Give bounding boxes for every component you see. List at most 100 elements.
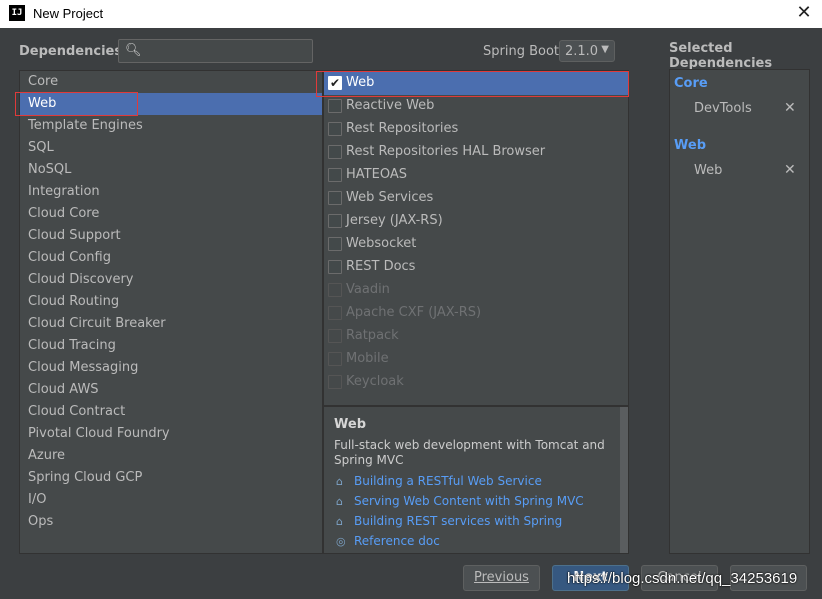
- category-item[interactable]: SQL: [20, 137, 322, 159]
- category-item[interactable]: Cloud Config: [20, 247, 322, 269]
- dependency-checkbox[interactable]: [328, 191, 342, 205]
- dependency-checkbox: [328, 329, 342, 343]
- spring-boot-label: Spring Boot: [483, 44, 560, 59]
- close-icon[interactable]: ✕: [794, 3, 814, 23]
- previous-button[interactable]: Previous: [463, 565, 540, 591]
- category-item[interactable]: Cloud Messaging: [20, 357, 322, 379]
- home-icon: ⌂: [336, 495, 343, 508]
- dependency-label: Websocket: [346, 236, 417, 251]
- dependency-item[interactable]: Websocket: [324, 233, 628, 256]
- dependency-checkbox: [328, 283, 342, 297]
- dependency-label: Rest Repositories HAL Browser: [346, 144, 546, 159]
- selected-dependencies-panel: Core DevTools ✕ Web Web ✕: [669, 69, 810, 554]
- description-panel: Web Full-stack web development with Tomc…: [323, 406, 629, 554]
- category-item[interactable]: Web: [20, 93, 322, 115]
- dependency-label: Vaadin: [346, 282, 390, 297]
- home-icon: ⌂: [336, 475, 343, 488]
- category-item[interactable]: Azure: [20, 445, 322, 467]
- dependency-checkbox: [328, 352, 342, 366]
- guide-link-label: Reference doc: [354, 534, 440, 548]
- dependency-checkbox[interactable]: [328, 214, 342, 228]
- selected-group-title: Core: [674, 76, 708, 91]
- dependency-checkbox[interactable]: [328, 237, 342, 251]
- category-item[interactable]: Cloud Support: [20, 225, 322, 247]
- dependency-label: HATEOAS: [346, 167, 407, 182]
- dependency-label: Web: [346, 75, 375, 90]
- dependency-label: Jersey (JAX-RS): [346, 213, 443, 228]
- dependency-label: Rest Repositories: [346, 121, 459, 136]
- remove-icon[interactable]: ✕: [784, 100, 796, 116]
- dependency-item[interactable]: Jersey (JAX-RS): [324, 210, 628, 233]
- dependency-checkbox[interactable]: [328, 122, 342, 136]
- dependency-item[interactable]: Rest Repositories: [324, 118, 628, 141]
- dependency-label: Mobile: [346, 351, 389, 366]
- category-item[interactable]: Cloud Contract: [20, 401, 322, 423]
- description-scrollbar[interactable]: [620, 407, 628, 553]
- category-item[interactable]: Spring Cloud GCP: [20, 467, 322, 489]
- category-item[interactable]: Cloud Discovery: [20, 269, 322, 291]
- home-icon: ⌂: [336, 515, 343, 528]
- dependency-item[interactable]: Reactive Web: [324, 95, 628, 118]
- dependency-item[interactable]: ✔ Web: [324, 72, 628, 95]
- category-item[interactable]: Pivotal Cloud Foundry: [20, 423, 322, 445]
- category-item[interactable]: I/O: [20, 489, 322, 511]
- spring-boot-version-select[interactable]: 2.1.0 ▼: [559, 40, 615, 62]
- dependency-checkbox[interactable]: ✔: [328, 76, 342, 90]
- category-item[interactable]: Cloud Core: [20, 203, 322, 225]
- category-item[interactable]: NoSQL: [20, 159, 322, 181]
- selected-item: Web: [694, 163, 723, 178]
- dependency-label: Apache CXF (JAX-RS): [346, 305, 482, 320]
- dependencies-label: Dependencies: [19, 44, 123, 59]
- dependency-checkbox: [328, 375, 342, 389]
- dependency-item: Mobile: [324, 348, 628, 371]
- category-item[interactable]: Integration: [20, 181, 322, 203]
- dependency-checkbox[interactable]: [328, 260, 342, 274]
- dependency-item[interactable]: Rest Repositories HAL Browser: [324, 141, 628, 164]
- dependency-item: Vaadin: [324, 279, 628, 302]
- dependency-checkbox[interactable]: [328, 99, 342, 113]
- description-title: Web: [334, 417, 366, 432]
- category-item[interactable]: Cloud Tracing: [20, 335, 322, 357]
- search-box[interactable]: 🔍︎: [118, 39, 313, 63]
- selected-group-title: Web: [674, 138, 706, 153]
- guide-link[interactable]: ⌂ Building REST services with Spring: [336, 514, 562, 532]
- category-list[interactable]: Core Web Template Engines SQL NoSQL Integrati…: [19, 70, 323, 554]
- guide-link-label: Building REST services with Spring: [354, 514, 563, 528]
- dependency-item[interactable]: Web Services: [324, 187, 628, 210]
- intellij-icon: IJ: [9, 5, 25, 21]
- dependency-checkbox[interactable]: [328, 168, 342, 182]
- guide-link[interactable]: ◎ Reference doc: [336, 534, 440, 552]
- window-title: New Project: [33, 6, 104, 21]
- watermark-text: https://blog.csdn.net/qq_34253619: [567, 570, 798, 587]
- dependency-label: Ratpack: [346, 328, 399, 343]
- chevron-down-icon: ▼: [601, 44, 609, 55]
- dependency-item[interactable]: HATEOAS: [324, 164, 628, 187]
- dependency-label: Reactive Web: [346, 98, 435, 113]
- category-item[interactable]: Cloud Routing: [20, 291, 322, 313]
- category-item[interactable]: Ops: [20, 511, 322, 533]
- dependency-item[interactable]: REST Docs: [324, 256, 628, 279]
- guide-link-label: Building a RESTful Web Service: [354, 474, 542, 488]
- category-item[interactable]: Core: [20, 71, 322, 93]
- category-item[interactable]: Cloud AWS: [20, 379, 322, 401]
- dependency-label: Keycloak: [346, 374, 404, 389]
- description-text: Full-stack web development with Tomcat a…: [334, 438, 605, 467]
- dependency-list[interactable]: ✔ Web Reactive Web Rest Repositories Rest Re…: [323, 70, 629, 406]
- title-bar: IJ New Project ✕: [0, 0, 822, 28]
- dependency-item: Apache CXF (JAX-RS): [324, 302, 628, 325]
- selected-dependencies-title: Selected Dependencies: [669, 41, 773, 71]
- guide-link[interactable]: ⌂ Building a RESTful Web Service: [336, 474, 542, 492]
- doc-icon: ◎: [336, 535, 346, 548]
- remove-icon[interactable]: ✕: [784, 162, 796, 178]
- guide-link[interactable]: ⌂ Serving Web Content with Spring MVC: [336, 494, 584, 512]
- guide-link-label: Serving Web Content with Spring MVC: [354, 494, 584, 508]
- category-item[interactable]: Cloud Circuit Breaker: [20, 313, 322, 335]
- category-item[interactable]: Template Engines: [20, 115, 322, 137]
- selected-item: DevTools: [694, 101, 752, 116]
- previous-label: Previous: [474, 570, 529, 585]
- dependency-checkbox[interactable]: [328, 145, 342, 159]
- spring-boot-version: 2.1.0: [565, 44, 599, 59]
- dependency-label: Web Services: [346, 190, 434, 205]
- search-input[interactable]: [145, 42, 307, 60]
- dependency-checkbox: [328, 306, 342, 320]
